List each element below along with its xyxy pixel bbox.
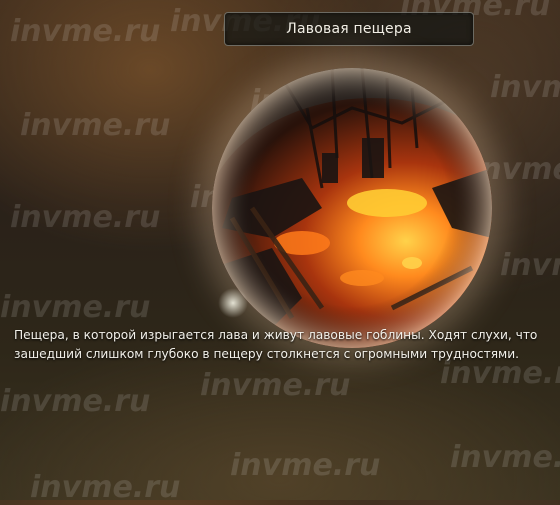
watermark: invme.ru: [450, 440, 560, 475]
watermark: invme.ru: [500, 248, 560, 283]
location-title-bar: Лавовая пещера: [224, 12, 474, 46]
watermark: invme.ru: [10, 14, 161, 49]
location-description: Пещера, в которой изрыгается лава и живу…: [14, 328, 538, 361]
watermark: invme.ru: [490, 70, 560, 105]
watermark: invme.ru: [230, 448, 381, 483]
watermark: invme.ru: [200, 368, 351, 403]
watermark: invme.ru: [0, 384, 151, 419]
light-flare: [218, 288, 248, 318]
watermark: invme.ru: [20, 108, 171, 143]
watermark: invme.ru: [10, 200, 161, 235]
location-title: Лавовая пещера: [286, 21, 412, 37]
location-preview-image: [212, 68, 492, 348]
watermark: invme.ru: [0, 290, 151, 325]
